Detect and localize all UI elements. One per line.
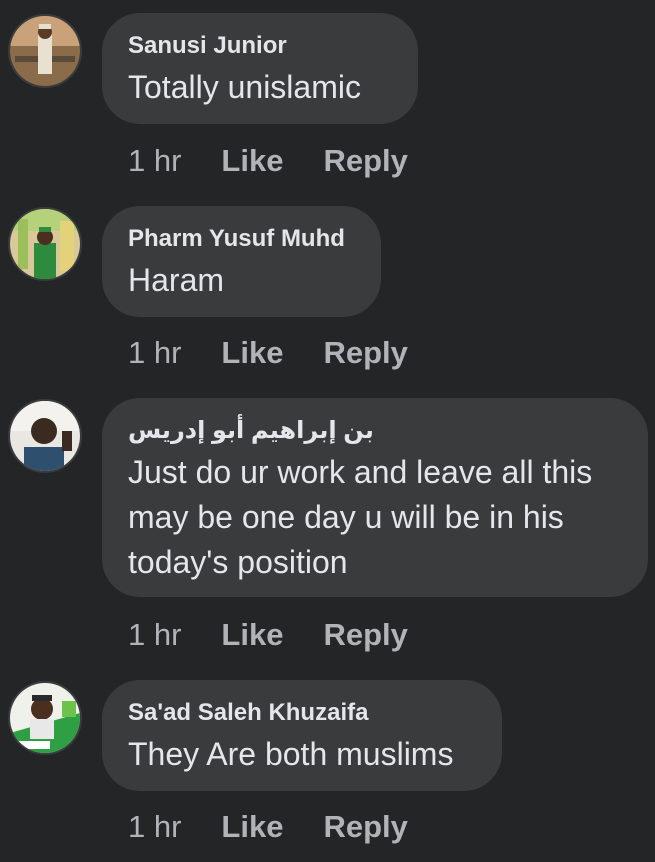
avatar[interactable] <box>8 399 82 473</box>
comment-actions: 1 hr Like Reply <box>128 141 448 181</box>
comment-bubble: Sanusi Junior Totally unislamic <box>102 13 418 124</box>
comment-bubble: Pharm Yusuf Muhd Haram <box>102 206 381 317</box>
comment-author[interactable]: بن إبراهيم أبو إدريس <box>128 416 622 446</box>
comment-actions: 1 hr Like Reply <box>128 807 448 847</box>
comment-text: Totally unislamic <box>128 69 361 105</box>
comment-timestamp[interactable]: 1 hr <box>128 617 181 653</box>
comment-text: Haram <box>128 262 225 298</box>
avatar[interactable] <box>8 14 82 88</box>
comment-timestamp[interactable]: 1 hr <box>128 335 181 371</box>
reply-button[interactable]: Reply <box>323 143 407 179</box>
comment-author[interactable]: Sa'ad Saleh Khuzaifa <box>128 698 476 728</box>
avatar-photo-icon <box>10 401 80 471</box>
comment-actions: 1 hr Like Reply <box>128 333 448 373</box>
avatar-photo-icon <box>10 209 80 279</box>
like-button[interactable]: Like <box>221 617 283 653</box>
like-button[interactable]: Like <box>221 809 283 845</box>
like-button[interactable]: Like <box>221 335 283 371</box>
avatar[interactable] <box>8 681 82 755</box>
reply-button[interactable]: Reply <box>323 809 407 845</box>
avatar-photo-icon <box>10 683 80 753</box>
avatar[interactable] <box>8 207 82 281</box>
comment-text: They Are both muslims <box>128 736 454 772</box>
comment-timestamp[interactable]: 1 hr <box>128 143 181 179</box>
comment-author[interactable]: Sanusi Junior <box>128 31 392 61</box>
comment-text: Just do ur work and leave all this may b… <box>128 454 593 580</box>
comment-bubble: Sa'ad Saleh Khuzaifa They Are both musli… <box>102 680 502 791</box>
comment-bubble: بن إبراهيم أبو إدريس Just do ur work and… <box>102 398 648 597</box>
reply-button[interactable]: Reply <box>323 335 407 371</box>
comment-actions: 1 hr Like Reply <box>128 615 448 655</box>
like-button[interactable]: Like <box>221 143 283 179</box>
reply-button[interactable]: Reply <box>323 617 407 653</box>
avatar-photo-icon <box>10 16 80 86</box>
comment-timestamp[interactable]: 1 hr <box>128 809 181 845</box>
comment-author[interactable]: Pharm Yusuf Muhd <box>128 224 355 254</box>
